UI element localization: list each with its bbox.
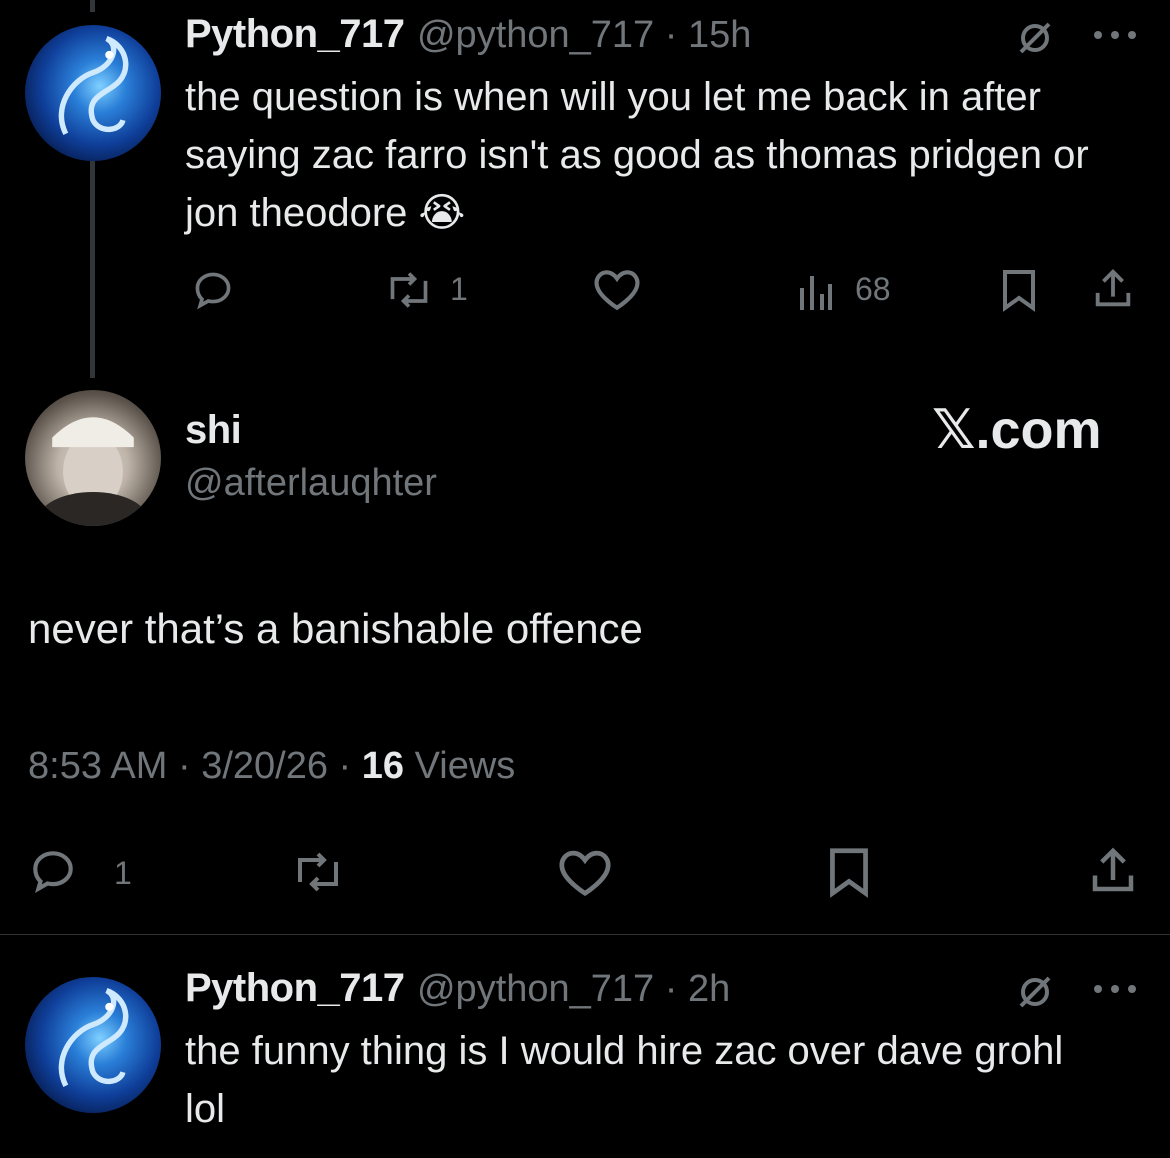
display-name[interactable]: Python_717 <box>185 966 405 1010</box>
tweet-time[interactable]: 2h <box>688 968 730 1010</box>
tweet-time[interactable]: 15h <box>688 14 751 56</box>
thread-line <box>90 160 95 378</box>
user-handle[interactable]: @afterlauqhter <box>185 462 437 505</box>
user-handle[interactable]: @python_717 <box>417 968 654 1010</box>
tweet-text: the question is when will you let me bac… <box>185 75 1089 235</box>
share-icon[interactable] <box>1090 266 1136 312</box>
divider <box>0 934 1170 935</box>
views-count: 68 <box>855 271 891 307</box>
views-label: Views <box>404 745 516 787</box>
bookmark-icon[interactable] <box>999 268 1039 312</box>
tweet-text: never that’s a banishable offence <box>28 605 643 652</box>
grok-icon[interactable] <box>1015 18 1055 58</box>
retweet-icon[interactable] <box>288 848 348 896</box>
user-handle[interactable]: @python_717 <box>417 14 654 56</box>
display-name[interactable]: shi <box>185 408 242 453</box>
reply-icon[interactable] <box>191 268 235 312</box>
more-icon[interactable] <box>1090 982 1140 996</box>
bookmark-icon[interactable] <box>825 846 873 898</box>
separator: · <box>654 968 688 1010</box>
tweet-text: the funny thing is I would hire zac over… <box>185 1029 1064 1131</box>
retweet-count: 1 <box>450 271 468 307</box>
tweet-meta: 8:53 AM · 3/20/26 · 16 Views <box>28 745 515 788</box>
timestamp[interactable]: 8:53 AM · 3/20/26 · <box>28 745 362 787</box>
share-icon[interactable] <box>1086 844 1140 898</box>
heart-icon[interactable] <box>592 266 642 312</box>
x-watermark: 𝕏.com <box>932 400 1102 460</box>
avatar[interactable] <box>25 977 161 1113</box>
reply-icon[interactable] <box>28 846 78 896</box>
tweet-header: Python_717 @python_717 · 2h <box>185 966 730 1011</box>
avatar[interactable] <box>25 390 161 526</box>
heart-icon[interactable] <box>556 846 614 898</box>
views-count: 16 <box>361 745 405 787</box>
retweet-icon[interactable] <box>383 268 435 312</box>
avatar[interactable] <box>25 25 161 161</box>
tweet-header: Python_717 @python_717 · 15h <box>185 12 751 57</box>
display-name[interactable]: Python_717 <box>185 12 405 56</box>
thread-line-top <box>90 0 95 12</box>
more-icon[interactable] <box>1090 28 1140 42</box>
reply-count: 1 <box>114 855 132 891</box>
grok-icon[interactable] <box>1015 972 1055 1012</box>
separator: · <box>654 14 688 56</box>
views-icon[interactable] <box>796 272 836 312</box>
